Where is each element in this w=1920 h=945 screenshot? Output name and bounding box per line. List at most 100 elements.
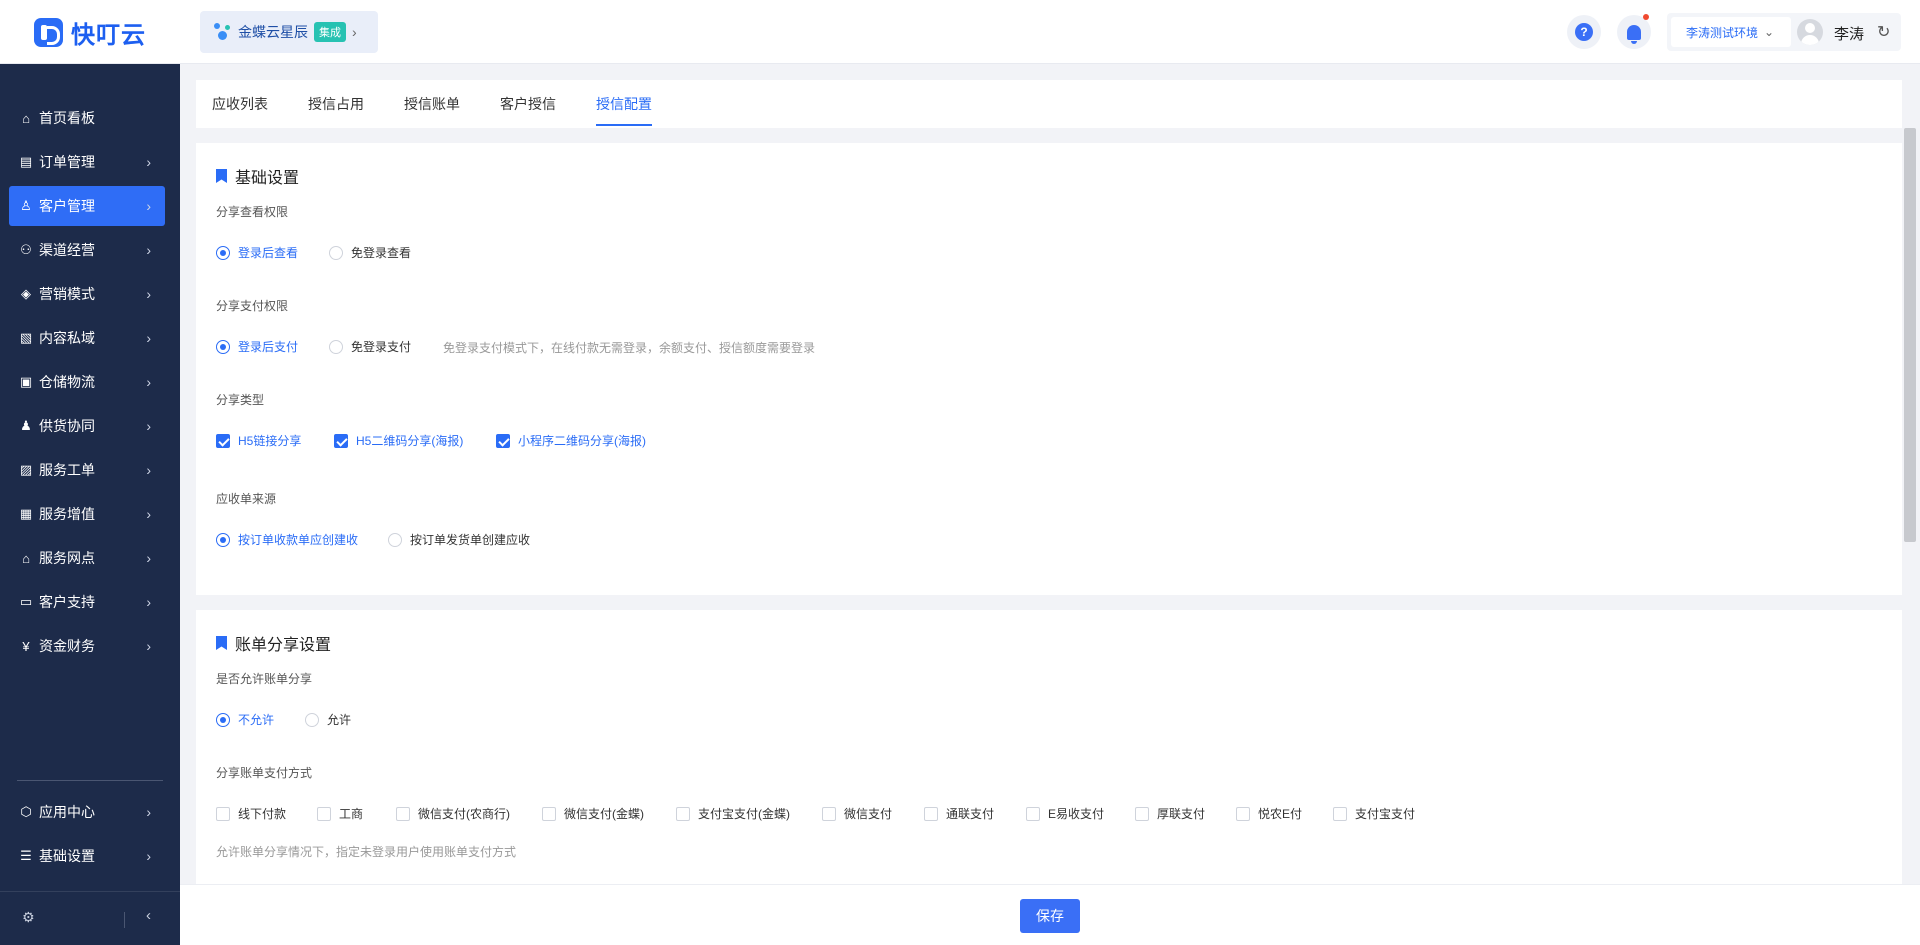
- pay-methods-hint: 允许账单分享情况下，指定未登录用户使用账单支付方式: [216, 845, 517, 859]
- bookmark-icon: [216, 636, 227, 650]
- box-icon: ▣: [19, 374, 33, 389]
- sidebar-item-label: 订单管理: [39, 154, 95, 170]
- tab-credit-config[interactable]: 授信配置: [596, 94, 652, 114]
- active-tab-indicator: [596, 124, 652, 126]
- sidebar-item-12[interactable]: ¥ 资金财务 ›: [9, 626, 165, 666]
- chevron-right-icon: ›: [146, 242, 151, 258]
- sidebar-item-9[interactable]: ▦ 服务增值 ›: [9, 494, 165, 534]
- environment-select[interactable]: 李涛测试环境 ⌄: [1671, 17, 1791, 47]
- sidebar-item-label: 渠道经营: [39, 242, 95, 258]
- tab-customer-credit[interactable]: 客户授信: [500, 94, 556, 114]
- checkbox-pay-method-2[interactable]: 微信支付(农商行): [396, 805, 510, 822]
- chevron-right-icon: ›: [146, 638, 151, 654]
- footer-separator: [124, 912, 125, 928]
- radio-dot: [216, 712, 230, 727]
- chevron-right-icon: ›: [146, 198, 151, 214]
- radio-login-view[interactable]: 登录后查看: [216, 244, 298, 261]
- sidebar-item-label: 营销模式: [39, 286, 95, 302]
- radio-login-pay[interactable]: 登录后支付: [216, 338, 298, 355]
- sidebar-item-2[interactable]: ♙ 客户管理 ›: [9, 186, 165, 226]
- checkbox-box: [1135, 806, 1149, 821]
- notification-dot: [1643, 14, 1649, 20]
- radio-nologin-pay[interactable]: 免登录支付: [329, 338, 411, 355]
- sidebar-item-0[interactable]: ⌂ 首页看板: [9, 98, 165, 138]
- checkbox-pay-method-5[interactable]: 微信支付: [822, 805, 892, 822]
- checkbox-pay-method-9[interactable]: 悦农E付: [1236, 805, 1302, 822]
- checkbox-pay-method-4[interactable]: 支付宝支付(金蝶): [676, 805, 790, 822]
- user-name[interactable]: 李涛: [1834, 23, 1864, 44]
- checkbox-pay-method-0[interactable]: 线下付款: [216, 805, 286, 822]
- sidebar-item-label: 服务工单: [39, 462, 95, 478]
- tab-credit-bill[interactable]: 授信账单: [404, 94, 460, 114]
- checkbox-pay-method-3[interactable]: 微信支付(金蝶): [542, 805, 644, 822]
- sidebar-item-label: 客户支持: [39, 594, 95, 610]
- scrollbar-thumb[interactable]: [1904, 128, 1916, 542]
- save-button[interactable]: 保存: [1020, 899, 1080, 933]
- sidebar-item-label: 基础设置: [39, 848, 95, 864]
- support-icon: ▭: [19, 594, 33, 609]
- bill-share-panel: 账单分享设置 是否允许账单分享 不允许 允许 分享账单支付方式 线下付款 工商 微信…: [196, 610, 1902, 884]
- checkbox-box: [1236, 806, 1250, 821]
- sidebar-bottom-item-0[interactable]: ⬡ 应用中心 ›: [9, 792, 165, 832]
- help-button[interactable]: ?: [1567, 15, 1601, 49]
- sidebar-item-10[interactable]: ⌂ 服务网点 ›: [9, 538, 165, 578]
- collapse-sidebar-icon[interactable]: ‹: [146, 907, 151, 924]
- sidebar-item-11[interactable]: ▭ 客户支持 ›: [9, 582, 165, 622]
- radio-by-delivery[interactable]: 按订单发货单创建应收: [388, 531, 530, 548]
- notification-button[interactable]: [1617, 14, 1651, 49]
- sidebar-item-5[interactable]: ▧ 内容私域 ›: [9, 318, 165, 358]
- checkbox-miniprogram-qrcode[interactable]: 小程序二维码分享(海报): [496, 432, 646, 449]
- product-switcher[interactable]: 金蝶云星辰 集成 ›: [200, 11, 378, 53]
- gear-icon[interactable]: ⚙: [22, 909, 35, 926]
- channel-icon: ⚇: [20, 242, 32, 257]
- tab-receivable-list[interactable]: 应收列表: [212, 94, 268, 114]
- avatar[interactable]: [1797, 19, 1823, 45]
- share-type-label: 分享类型: [216, 393, 265, 407]
- checkbox-pay-method-8[interactable]: 厚联支付: [1135, 805, 1205, 822]
- sidebar-item-7[interactable]: ♟ 供货协同 ›: [9, 406, 165, 446]
- app-logo[interactable]: 快叮云: [34, 16, 146, 49]
- checkbox-pay-method-1[interactable]: 工商: [317, 805, 363, 822]
- checkbox-box: [216, 806, 230, 821]
- sidebar-item-6[interactable]: ▣ 仓储物流 ›: [9, 362, 165, 402]
- checkbox-box: [822, 806, 836, 821]
- environment-label: 李涛测试环境: [1686, 25, 1759, 40]
- integration-badge: 集成: [314, 22, 346, 42]
- radio-nologin-view[interactable]: 免登录查看: [329, 244, 411, 261]
- radio-by-receipt[interactable]: 按订单收款单应创建收: [216, 531, 358, 548]
- checkbox-box: [1026, 806, 1040, 821]
- sidebar-item-label: 资金财务: [39, 638, 95, 654]
- sidebar-item-label: 内容私域: [39, 330, 95, 346]
- sidebar-footer: ⚙ ‹: [0, 891, 180, 945]
- sidebar-item-8[interactable]: ▨ 服务工单 ›: [9, 450, 165, 490]
- checkbox-pay-method-10[interactable]: 支付宝支付: [1333, 805, 1415, 822]
- sidebar: ⌂ 首页看板 ▤ 订单管理 › ♙ 客户管理 › ⚇ 渠道经营 › ◈ 营销模式 › ▧ 内容私域 › ▣ 仓储物流…: [0, 64, 180, 945]
- chevron-right-icon: ›: [146, 154, 151, 170]
- radio-dot: [216, 532, 230, 547]
- checkbox-h5-link[interactable]: H5链接分享: [216, 432, 301, 449]
- sidebar-item-4[interactable]: ◈ 营销模式 ›: [9, 274, 165, 314]
- image-icon: ▧: [19, 330, 33, 345]
- radio-allow-share[interactable]: 允许: [305, 711, 351, 728]
- checkbox-h5-qrcode[interactable]: H5二维码分享(海报): [334, 432, 463, 449]
- checkbox-box: [542, 806, 556, 821]
- checkbox-pay-method-7[interactable]: E易收支付: [1026, 805, 1104, 822]
- tab-credit-occupation[interactable]: 授信占用: [308, 94, 364, 114]
- checkbox-box: [317, 806, 331, 821]
- chevron-right-icon: ›: [352, 24, 357, 40]
- refresh-icon[interactable]: ↻: [1877, 22, 1890, 42]
- sidebar-item-1[interactable]: ▤ 订单管理 ›: [9, 142, 165, 182]
- sidebar-item-3[interactable]: ⚇ 渠道经营 ›: [9, 230, 165, 270]
- yen-icon: ¥: [22, 638, 30, 654]
- sidebar-item-label: 应用中心: [39, 804, 95, 820]
- app-center-icon: ⬡: [20, 804, 32, 819]
- allow-share-label: 是否允许账单分享: [216, 672, 313, 686]
- radio-dot: [305, 712, 319, 727]
- chevron-right-icon: ›: [146, 330, 151, 346]
- sidebar-item-label: 服务增值: [39, 506, 95, 522]
- gift-icon: ▦: [19, 506, 33, 521]
- checkbox-pay-method-6[interactable]: 通联支付: [924, 805, 994, 822]
- section-title-bill-share: 账单分享设置: [216, 631, 331, 655]
- sidebar-bottom-item-1[interactable]: ☰ 基础设置 ›: [9, 836, 165, 876]
- radio-disallow-share[interactable]: 不允许: [216, 711, 274, 728]
